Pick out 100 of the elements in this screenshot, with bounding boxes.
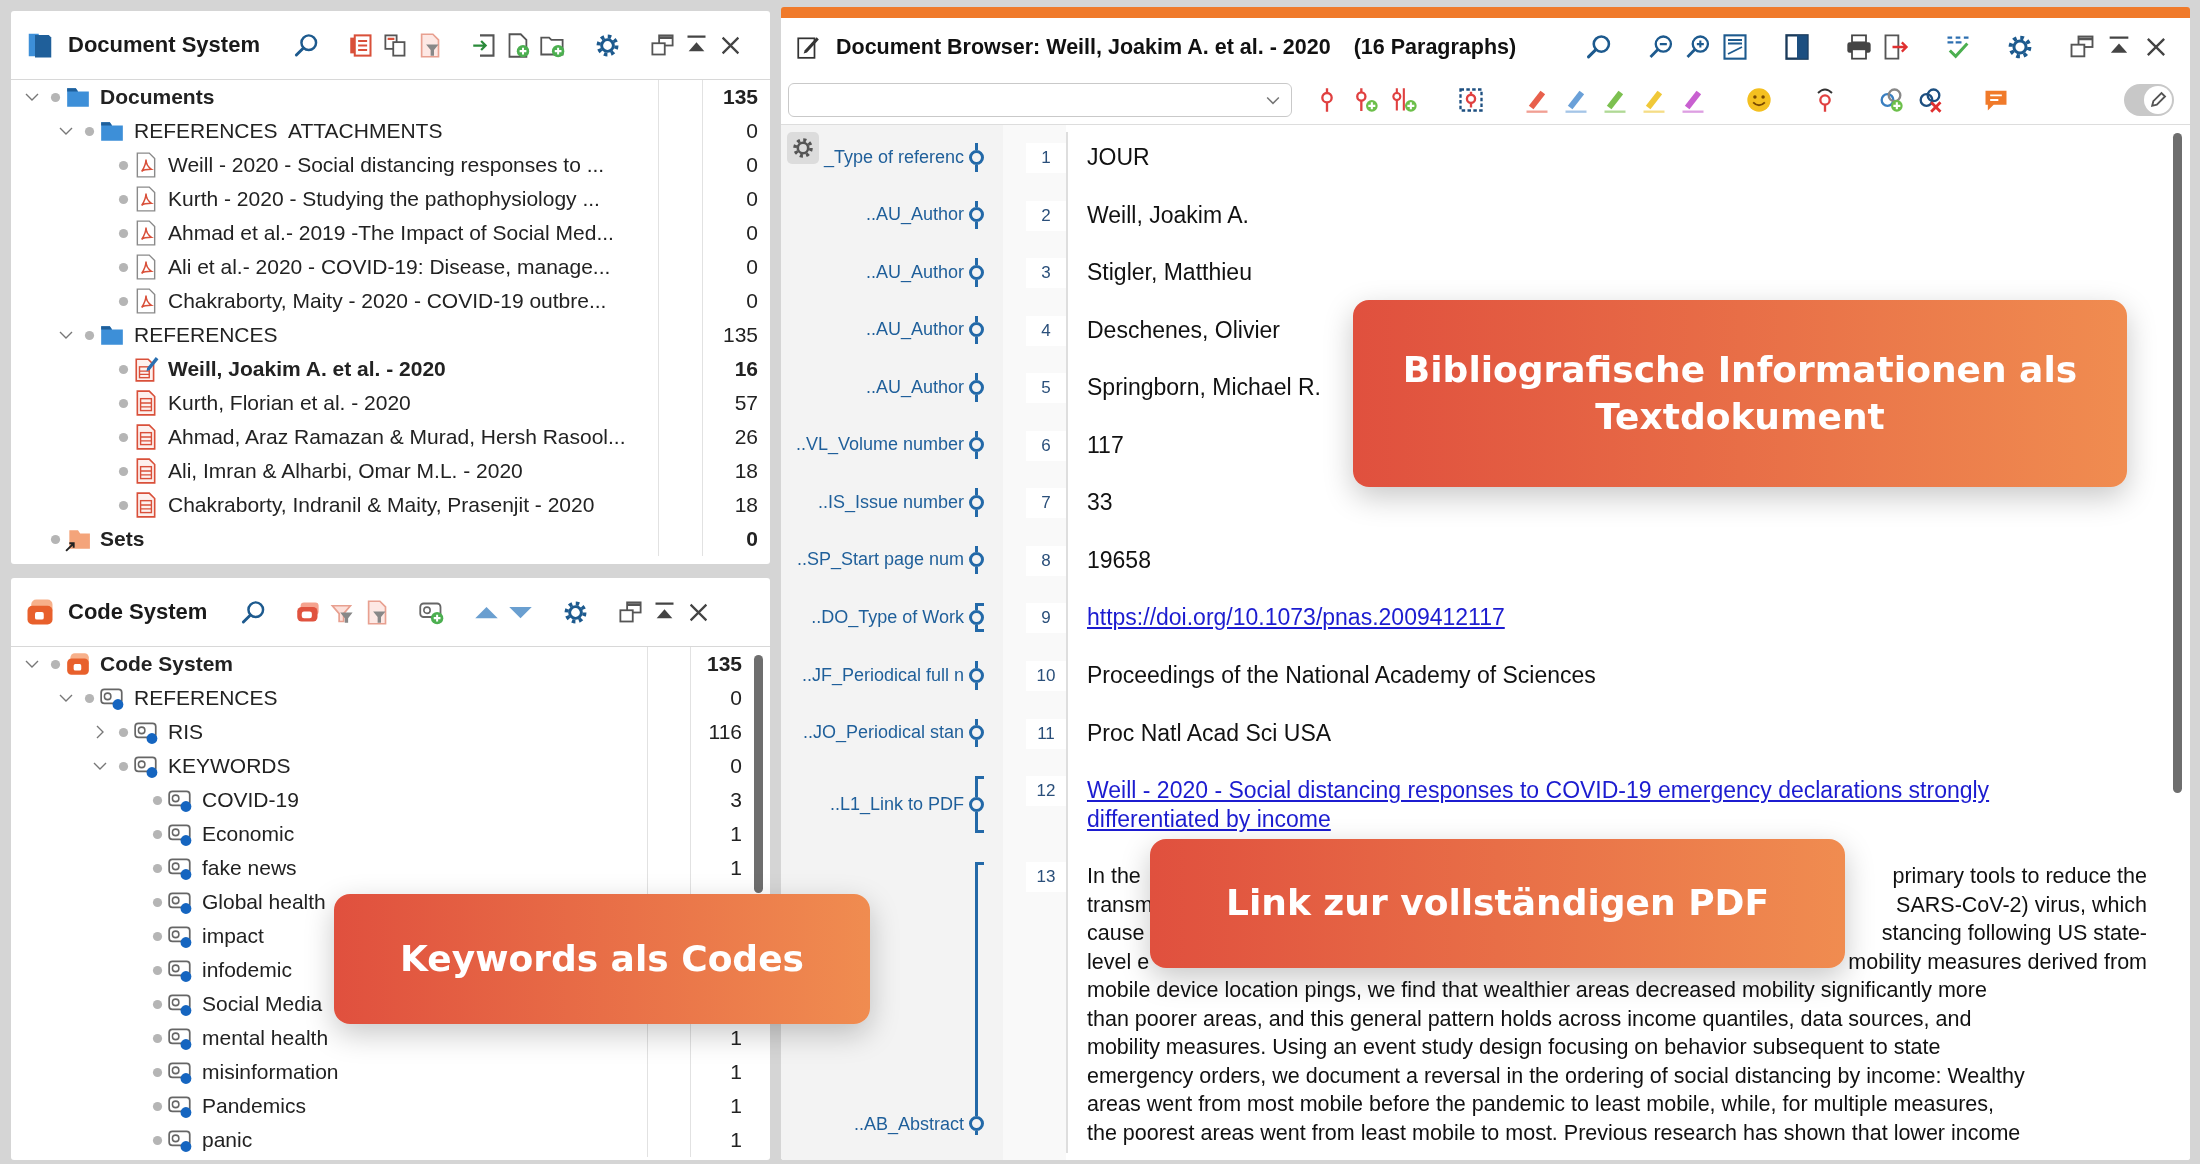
search-icon[interactable] bbox=[292, 31, 320, 59]
tree-item[interactable]: infodemic bbox=[202, 958, 292, 982]
tree-item[interactable]: Social Media bbox=[202, 992, 323, 1016]
tree-item[interactable]: Economic bbox=[202, 822, 295, 846]
code-marker[interactable] bbox=[969, 862, 985, 1135]
code-label[interactable]: ..AB_Abstract bbox=[853, 1114, 964, 1135]
code-tags-icon bbox=[65, 651, 91, 677]
tree-item[interactable]: Global health bbox=[202, 890, 326, 914]
code-marker[interactable] bbox=[969, 143, 985, 172]
code-label[interactable]: ..JO_Periodical stan bbox=[802, 722, 964, 744]
status-dot-icon bbox=[152, 1100, 163, 1112]
tree-item[interactable]: misinformation bbox=[202, 1060, 339, 1084]
tree-item[interactable]: mental health bbox=[202, 1026, 329, 1050]
abstract-text-fragment: In the bbox=[1087, 863, 1141, 890]
code-label[interactable]: ..JF_Periodical full n bbox=[801, 664, 964, 686]
search-icon[interactable] bbox=[1585, 33, 1613, 61]
status-dot-icon bbox=[84, 692, 95, 704]
status-dot-icon bbox=[118, 726, 129, 738]
hyperlink[interactable]: Weill - 2020 - Social distancing responses to COVID-19 emergency declarations strongly differentiated by income bbox=[1087, 776, 2087, 833]
tree-item[interactable]: COVID-19 bbox=[202, 788, 299, 812]
tree-item[interactable]: REFERENCES bbox=[134, 686, 278, 710]
export-icon[interactable] bbox=[1882, 33, 1910, 61]
smiley-icon[interactable] bbox=[1745, 86, 1773, 114]
code-tag-icon bbox=[99, 685, 125, 711]
code-marker[interactable] bbox=[969, 661, 985, 690]
abstract-text-line: emergency orders, we document a reversal in the ordering of social distancing by income: Wealthy bbox=[1087, 1062, 2025, 1090]
paragraph-number: 4 bbox=[1041, 320, 1051, 341]
settings-button[interactable] bbox=[787, 132, 819, 164]
tree-item[interactable]: Documents bbox=[100, 85, 215, 109]
tree-item[interactable]: RIS bbox=[168, 720, 203, 744]
zoom-out-icon[interactable] bbox=[1647, 33, 1675, 61]
code-label[interactable]: ..AU_Author bbox=[865, 204, 964, 226]
tree-item[interactable]: Kurth - 2020 - Studying the pathophysiology ... bbox=[168, 187, 600, 211]
tree-item[interactable]: Kurth, Florian et al. - 2020 bbox=[168, 391, 411, 415]
code-label[interactable]: ..AU_Author bbox=[865, 261, 964, 283]
full-size-icon[interactable] bbox=[1721, 33, 1749, 61]
code-label[interactable]: ..AU_Author bbox=[865, 319, 964, 341]
document-list-icon[interactable] bbox=[347, 31, 375, 59]
status-dot-icon bbox=[152, 828, 163, 840]
window-title: Document Browser: Weill, Joakim A. et al. - 2020 bbox=[836, 34, 1331, 60]
tree-item[interactable]: REFERENCES ATTACHMENTS bbox=[134, 119, 443, 143]
code-marker[interactable] bbox=[969, 488, 985, 517]
add-codes-icon[interactable] bbox=[1391, 86, 1419, 114]
abstract-text-fragment: primary tools to reduce the bbox=[1892, 863, 2147, 890]
tree-item[interactable]: Ahmad et al.- 2019 -The Impact of Social Med... bbox=[168, 221, 614, 245]
tree-item[interactable]: panic bbox=[202, 1128, 253, 1152]
code-marker[interactable] bbox=[969, 603, 985, 632]
status-dot-icon bbox=[118, 499, 129, 511]
paragraph-text: Proceedings of the National Academy of Sciences bbox=[1087, 662, 1596, 688]
count-text: 1 bbox=[730, 822, 742, 846]
tree-item[interactable]: KEYWORDS bbox=[168, 754, 291, 778]
tree-item[interactable]: Chakraborty, Maity - 2020 - COVID-19 outbre... bbox=[168, 289, 607, 313]
tree-item[interactable]: Pandemics bbox=[202, 1094, 306, 1118]
status-dot-icon bbox=[118, 431, 129, 443]
tree-item[interactable]: Chakraborty, Indranil & Maity, Prasenjit - 2020 bbox=[168, 493, 595, 517]
count-text: 18 bbox=[734, 493, 758, 517]
import-icon[interactable] bbox=[470, 31, 498, 59]
tree-item[interactable]: Ali, Imran & Alharbi, Omar M.L. - 2020 bbox=[168, 459, 523, 483]
count-text: 135 bbox=[706, 652, 742, 676]
scrollbar-thumb[interactable] bbox=[753, 655, 763, 893]
scrollbar-thumb[interactable] bbox=[2172, 133, 2182, 793]
code-marker[interactable] bbox=[969, 776, 985, 833]
tree-item[interactable]: Ahmad, Araz Ramazan & Murad, Hersh Rasool... bbox=[168, 425, 626, 449]
code-marker[interactable] bbox=[969, 258, 985, 287]
paragraph-text: 33 bbox=[1087, 489, 1113, 515]
code-label[interactable]: ..IS_Issue number bbox=[817, 491, 964, 513]
code-marker[interactable] bbox=[969, 545, 985, 574]
code-marker[interactable] bbox=[969, 718, 985, 747]
side-panel-icon[interactable] bbox=[1783, 33, 1811, 61]
tree-item[interactable]: Sets bbox=[100, 527, 145, 551]
code-label[interactable]: _Type of referenc bbox=[823, 146, 964, 168]
tree-item[interactable]: fake news bbox=[202, 856, 297, 880]
edit-toggle[interactable] bbox=[2124, 84, 2174, 116]
tree-item[interactable]: impact bbox=[202, 924, 264, 948]
code-marker[interactable] bbox=[969, 373, 985, 402]
tree-item[interactable]: Ali et al.- 2020 - COVID-19: Disease, manage... bbox=[168, 255, 611, 279]
code-marker[interactable] bbox=[969, 430, 985, 459]
count-text: 0 bbox=[730, 686, 742, 710]
tree-item[interactable]: Weill - 2020 - Social distancing responses to ... bbox=[168, 153, 605, 177]
zoom-in-icon[interactable] bbox=[1684, 33, 1712, 61]
tree-item[interactable]: Code System bbox=[100, 652, 234, 676]
count-text: 135 bbox=[722, 85, 758, 109]
tree-item[interactable]: REFERENCES bbox=[134, 323, 278, 347]
code-marker[interactable] bbox=[969, 315, 985, 344]
tree-item[interactable]: Weill, Joakim A. et al. - 2020 bbox=[168, 357, 446, 381]
code-label[interactable]: ..AU_Author bbox=[865, 376, 964, 398]
code-label[interactable]: ..L1_Link to PDF bbox=[829, 794, 964, 815]
paragraph-text: Weill, Joakim A. bbox=[1087, 201, 1249, 228]
code-label[interactable]: ..DO_Type of Work bbox=[811, 607, 964, 628]
paragraph-number: 9 bbox=[1041, 608, 1051, 628]
print-icon[interactable] bbox=[1845, 33, 1873, 61]
code-label[interactable]: ..SP_Start page num bbox=[796, 549, 964, 571]
code-marker[interactable] bbox=[969, 200, 985, 229]
selection-icon[interactable] bbox=[1457, 86, 1485, 114]
hyperlink[interactable]: https://doi.org/10.1073/pnas.2009412117 bbox=[1087, 603, 2087, 632]
paragraph-text: Deschenes, Olivier bbox=[1087, 316, 1281, 343]
code-label[interactable]: ..VL_Volume number bbox=[795, 434, 964, 456]
count-text: 116 bbox=[708, 720, 742, 744]
settings-icon[interactable] bbox=[2006, 33, 2034, 61]
count-text: 1 bbox=[730, 1026, 742, 1050]
